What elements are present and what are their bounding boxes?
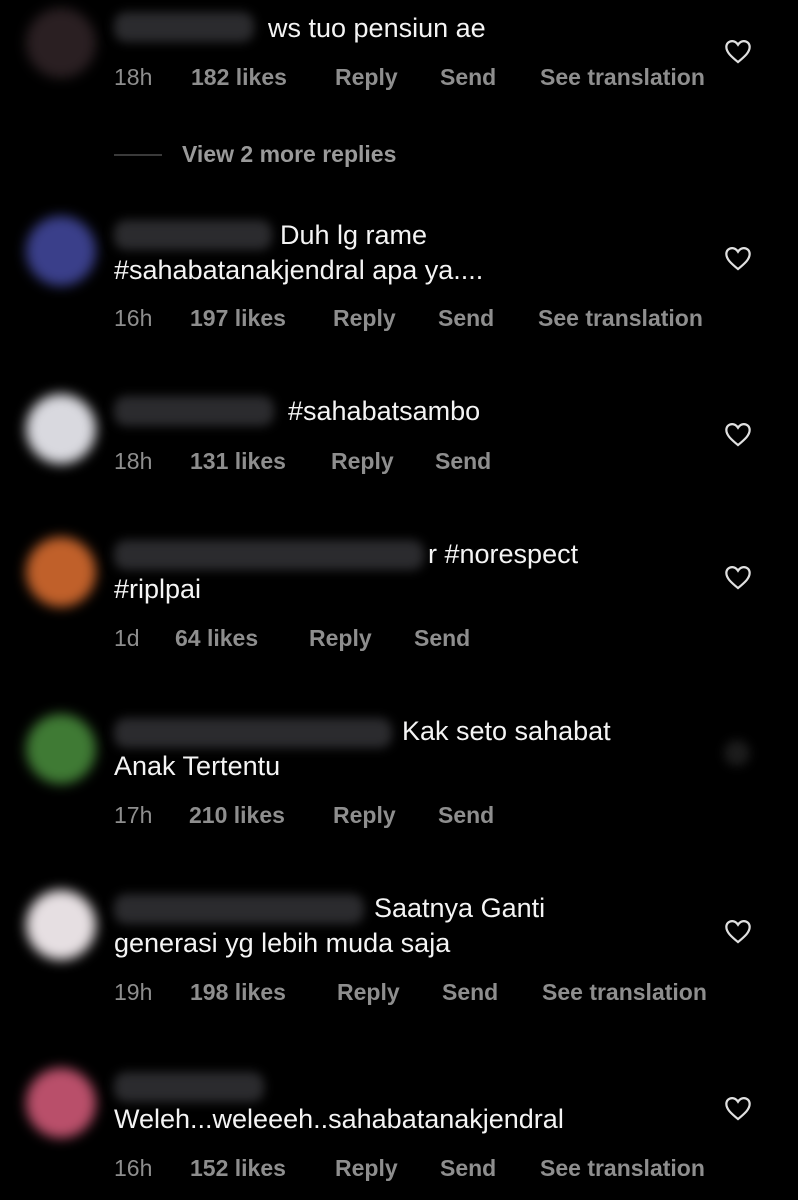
username-blurred[interactable] [114, 12, 254, 42]
username-blurred[interactable] [114, 1072, 264, 1102]
timestamp: 16h [114, 305, 153, 331]
username-blurred[interactable] [114, 396, 274, 426]
comment-text: Weleh...weleeeh..sahabatanakjendral [114, 1104, 564, 1134]
reply-button[interactable]: Reply [335, 1153, 398, 1183]
reply-button[interactable]: Reply [337, 977, 400, 1007]
reply-button[interactable]: Reply [333, 303, 396, 333]
username-blurred[interactable] [114, 894, 364, 924]
see-translation-button[interactable]: See translation [540, 62, 705, 92]
comment-text: Kak seto sahabat [402, 716, 611, 746]
see-translation-button[interactable]: See translation [540, 1153, 705, 1183]
timestamp: 18h [114, 448, 153, 474]
avatar[interactable] [26, 890, 96, 960]
comment-text: #riplpai [114, 574, 202, 604]
avatar[interactable] [26, 8, 96, 78]
comment-text: #sahabatanakjendral apa ya.... [114, 255, 484, 285]
timestamp: 18h [114, 64, 153, 90]
comment-text: ws tuo pensiun ae [268, 13, 486, 43]
see-translation-button[interactable]: See translation [538, 303, 703, 333]
comment-text: #sahabatsambo [288, 396, 481, 426]
timestamp: 1d [114, 625, 140, 651]
heart-outline-icon[interactable] [724, 918, 752, 944]
send-button[interactable]: Send [435, 446, 491, 476]
heart-outline-icon[interactable] [724, 1095, 752, 1121]
like-count[interactable]: 210 likes [189, 800, 285, 830]
avatar[interactable] [26, 216, 96, 286]
timestamp: 19h [114, 979, 153, 1005]
username-blurred[interactable] [114, 540, 424, 570]
heart-outline-icon[interactable] [724, 740, 750, 766]
comment-text: Duh lg rame [280, 220, 428, 250]
username-blurred[interactable] [114, 220, 272, 250]
comment-text: Saatnya Ganti [374, 893, 546, 923]
avatar[interactable] [26, 537, 96, 607]
avatar[interactable] [26, 1068, 96, 1138]
avatar[interactable] [26, 714, 96, 784]
heart-outline-icon[interactable] [724, 564, 752, 590]
like-count[interactable]: 131 likes [190, 446, 286, 476]
comment-text: generasi yg lebih muda saja [114, 928, 451, 958]
send-button[interactable]: Send [414, 623, 470, 653]
like-count[interactable]: 197 likes [190, 303, 286, 333]
reply-button[interactable]: Reply [333, 800, 396, 830]
avatar[interactable] [26, 394, 96, 464]
username-blurred[interactable] [114, 718, 392, 748]
like-count[interactable]: 64 likes [175, 623, 258, 653]
heart-outline-icon[interactable] [724, 245, 752, 271]
replies-divider [114, 154, 162, 156]
see-translation-button[interactable]: See translation [542, 977, 707, 1007]
comment-text: Anak Tertentu [114, 751, 281, 781]
send-button[interactable]: Send [438, 303, 494, 333]
heart-outline-icon[interactable] [724, 38, 752, 64]
send-button[interactable]: Send [438, 800, 494, 830]
reply-button[interactable]: Reply [331, 446, 394, 476]
timestamp: 16h [114, 1155, 153, 1181]
view-more-replies-button[interactable]: View 2 more replies [182, 139, 396, 169]
like-count[interactable]: 182 likes [191, 62, 287, 92]
send-button[interactable]: Send [440, 62, 496, 92]
like-count[interactable]: 152 likes [190, 1153, 286, 1183]
send-button[interactable]: Send [442, 977, 498, 1007]
timestamp: 17h [114, 802, 153, 828]
reply-button[interactable]: Reply [335, 62, 398, 92]
comment-text: r #norespect [428, 539, 579, 569]
heart-outline-icon[interactable] [724, 421, 752, 447]
like-count[interactable]: 198 likes [190, 977, 286, 1007]
reply-button[interactable]: Reply [309, 623, 372, 653]
send-button[interactable]: Send [440, 1153, 496, 1183]
